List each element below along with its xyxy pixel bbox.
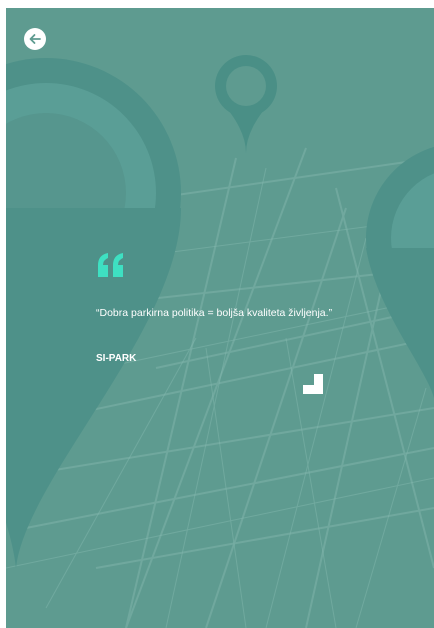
quote-author: SI-PARK [96,353,137,364]
app-frame: “Dobra parkirna politika = boljša kvalit… [6,8,434,628]
back-button[interactable] [24,28,46,50]
quote-icon [98,253,123,277]
quote-text: “Dobra parkirna politika = boljša kvalit… [96,307,333,319]
corner-icon [303,374,323,394]
arrow-left-icon [29,34,41,44]
